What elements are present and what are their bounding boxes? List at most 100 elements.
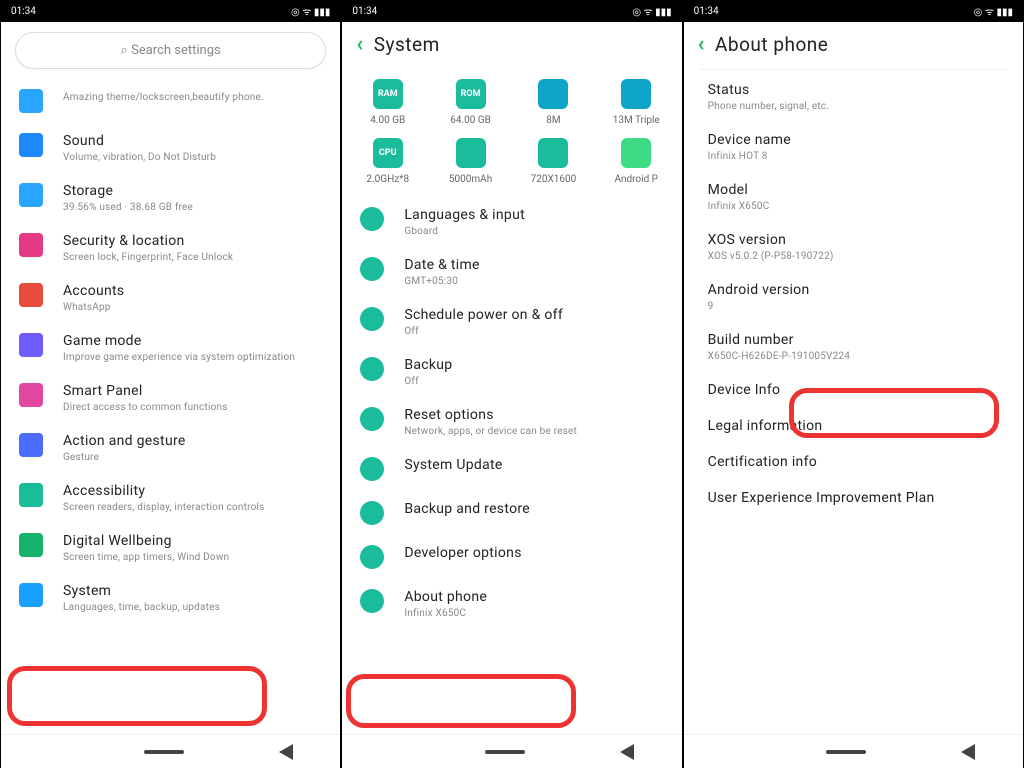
back-icon[interactable]: ‹: [698, 32, 705, 57]
about-item[interactable]: Legal information: [688, 408, 1019, 444]
about-item[interactable]: User Experience Improvement Plan: [688, 480, 1019, 516]
settings-item[interactable]: System Languages, time, backup, updates: [5, 573, 336, 623]
item-sub: GMT+05:30: [404, 276, 663, 287]
item-sub: Volume, vibration, Do Not Disturb: [63, 152, 322, 163]
settings-item[interactable]: Sound Volume, vibration, Do Not Disturb: [5, 123, 336, 173]
system-tile[interactable]: CPU 2.0GHz*8: [346, 132, 429, 191]
status-bar: 01:34 ◎ ᯤ ▮▮▮: [684, 0, 1023, 22]
system-tile[interactable]: ROM 64.00 GB: [429, 73, 512, 132]
system-item[interactable]: Reset options Network, apps, or device c…: [346, 397, 677, 447]
item-sub: Screen readers, display, interaction con…: [63, 502, 322, 513]
settings-item[interactable]: Digital Wellbeing Screen time, app timer…: [5, 523, 336, 573]
about-item[interactable]: Certification info: [688, 444, 1019, 480]
back-icon[interactable]: ‹: [356, 32, 363, 57]
item-icon: [360, 545, 384, 569]
settings-item[interactable]: Security & location Screen lock, Fingerp…: [5, 223, 336, 273]
item-title: Digital Wellbeing: [63, 533, 322, 549]
settings-item[interactable]: Amazing theme/lockscreen,beautify phone.: [5, 79, 336, 123]
tile-label: 8M: [514, 115, 593, 126]
item-title: Accessibility: [63, 483, 322, 499]
system-tile[interactable]: 8M: [512, 73, 595, 132]
settings-item[interactable]: Game mode Improve game experience via sy…: [5, 323, 336, 373]
item-title: Legal information: [708, 418, 999, 434]
tile-label: Android P: [597, 174, 676, 185]
system-tile[interactable]: 13M Triple: [595, 73, 678, 132]
item-icon: [360, 257, 384, 281]
settings-list: Amazing theme/lockscreen,beautify phone.…: [1, 79, 340, 734]
about-item[interactable]: XOS version XOS v5.0.2 (P-P58-190722): [688, 222, 1019, 272]
system-item[interactable]: About phone Infinix X650C: [346, 579, 677, 629]
item-sub: Network, apps, or device can be reset: [404, 426, 663, 437]
system-item[interactable]: Date & time GMT+05:30: [346, 247, 677, 297]
status-icons: ◎ ᯤ ▮▮▮: [632, 4, 671, 18]
item-title: Action and gesture: [63, 433, 322, 449]
item-title: Reset options: [404, 407, 663, 423]
system-item[interactable]: Developer options: [346, 535, 677, 579]
item-sub: XOS v5.0.2 (P-P58-190722): [708, 251, 999, 262]
tile-icon: RAM: [373, 79, 403, 109]
tile-icon: [621, 138, 651, 168]
status-icons: ◎ ᯤ ▮▮▮: [291, 4, 330, 18]
item-icon: [19, 333, 43, 357]
item-title: Model: [708, 182, 999, 198]
item-sub: Gboard: [404, 226, 663, 237]
about-item[interactable]: Build number X650C-H626DE-P-191005V224: [688, 322, 1019, 372]
item-title: Device Info: [708, 382, 999, 398]
status-time: 01:34: [352, 6, 377, 17]
item-title: Status: [708, 82, 999, 98]
status-bar: 01:34 ◎ ᯤ ▮▮▮: [342, 0, 681, 22]
settings-item[interactable]: Storage 39.56% used · 38.68 GB free: [5, 173, 336, 223]
item-sub: WhatsApp: [63, 302, 322, 313]
nav-bar: [342, 734, 681, 768]
settings-item[interactable]: Action and gesture Gesture: [5, 423, 336, 473]
tile-label: 5000mAh: [431, 174, 510, 185]
nav-home[interactable]: [826, 750, 866, 754]
about-item[interactable]: Device Info: [688, 372, 1019, 408]
settings-screen: 01:34 ◎ ᯤ ▮▮▮ ⌕ Search settings Amazing …: [1, 0, 340, 768]
about-item[interactable]: Device name Infinix HOT 8: [688, 122, 1019, 172]
settings-item[interactable]: Accounts WhatsApp: [5, 273, 336, 323]
item-icon: [19, 383, 43, 407]
about-item[interactable]: Model Infinix X650C: [688, 172, 1019, 222]
item-title: Certification info: [708, 454, 999, 470]
system-tile[interactable]: 5000mAh: [429, 132, 512, 191]
tile-icon: [538, 79, 568, 109]
item-icon: [360, 501, 384, 525]
system-tile[interactable]: RAM 4.00 GB: [346, 73, 429, 132]
system-item[interactable]: System Update: [346, 447, 677, 491]
system-item[interactable]: Backup and restore: [346, 491, 677, 535]
nav-back[interactable]: [620, 744, 634, 760]
nav-back[interactable]: [279, 744, 293, 760]
status-time: 01:34: [11, 6, 36, 17]
system-tile[interactable]: Android P: [595, 132, 678, 191]
item-title: Accounts: [63, 283, 322, 299]
nav-home[interactable]: [144, 750, 184, 754]
system-item[interactable]: Schedule power on & off Off: [346, 297, 677, 347]
system-item[interactable]: Languages & input Gboard: [346, 197, 677, 247]
item-sub: 9: [708, 301, 999, 312]
item-title: Developer options: [404, 545, 663, 561]
item-icon: [19, 433, 43, 457]
item-sub: Amazing theme/lockscreen,beautify phone.: [63, 92, 322, 103]
tile-icon: [456, 138, 486, 168]
settings-item[interactable]: Accessibility Screen readers, display, i…: [5, 473, 336, 523]
item-icon: [19, 89, 43, 113]
system-item[interactable]: Backup Off: [346, 347, 677, 397]
item-icon: [360, 407, 384, 431]
item-sub: Phone number, signal, etc.: [708, 101, 999, 112]
item-title: Android version: [708, 282, 999, 298]
item-title: Date & time: [404, 257, 663, 273]
search-icon: ⌕: [121, 43, 128, 58]
search-settings[interactable]: ⌕ Search settings: [15, 32, 326, 69]
about-item[interactable]: Android version 9: [688, 272, 1019, 322]
nav-home[interactable]: [485, 750, 525, 754]
item-icon: [19, 283, 43, 307]
system-list: Languages & input Gboard Date & time GMT…: [342, 197, 681, 734]
item-icon: [19, 233, 43, 257]
about-item[interactable]: Status Phone number, signal, etc.: [688, 72, 1019, 122]
system-tile[interactable]: 720X1600: [512, 132, 595, 191]
settings-item[interactable]: Smart Panel Direct access to common func…: [5, 373, 336, 423]
item-icon: [19, 583, 43, 607]
nav-back[interactable]: [961, 744, 975, 760]
item-title: Security & location: [63, 233, 322, 249]
